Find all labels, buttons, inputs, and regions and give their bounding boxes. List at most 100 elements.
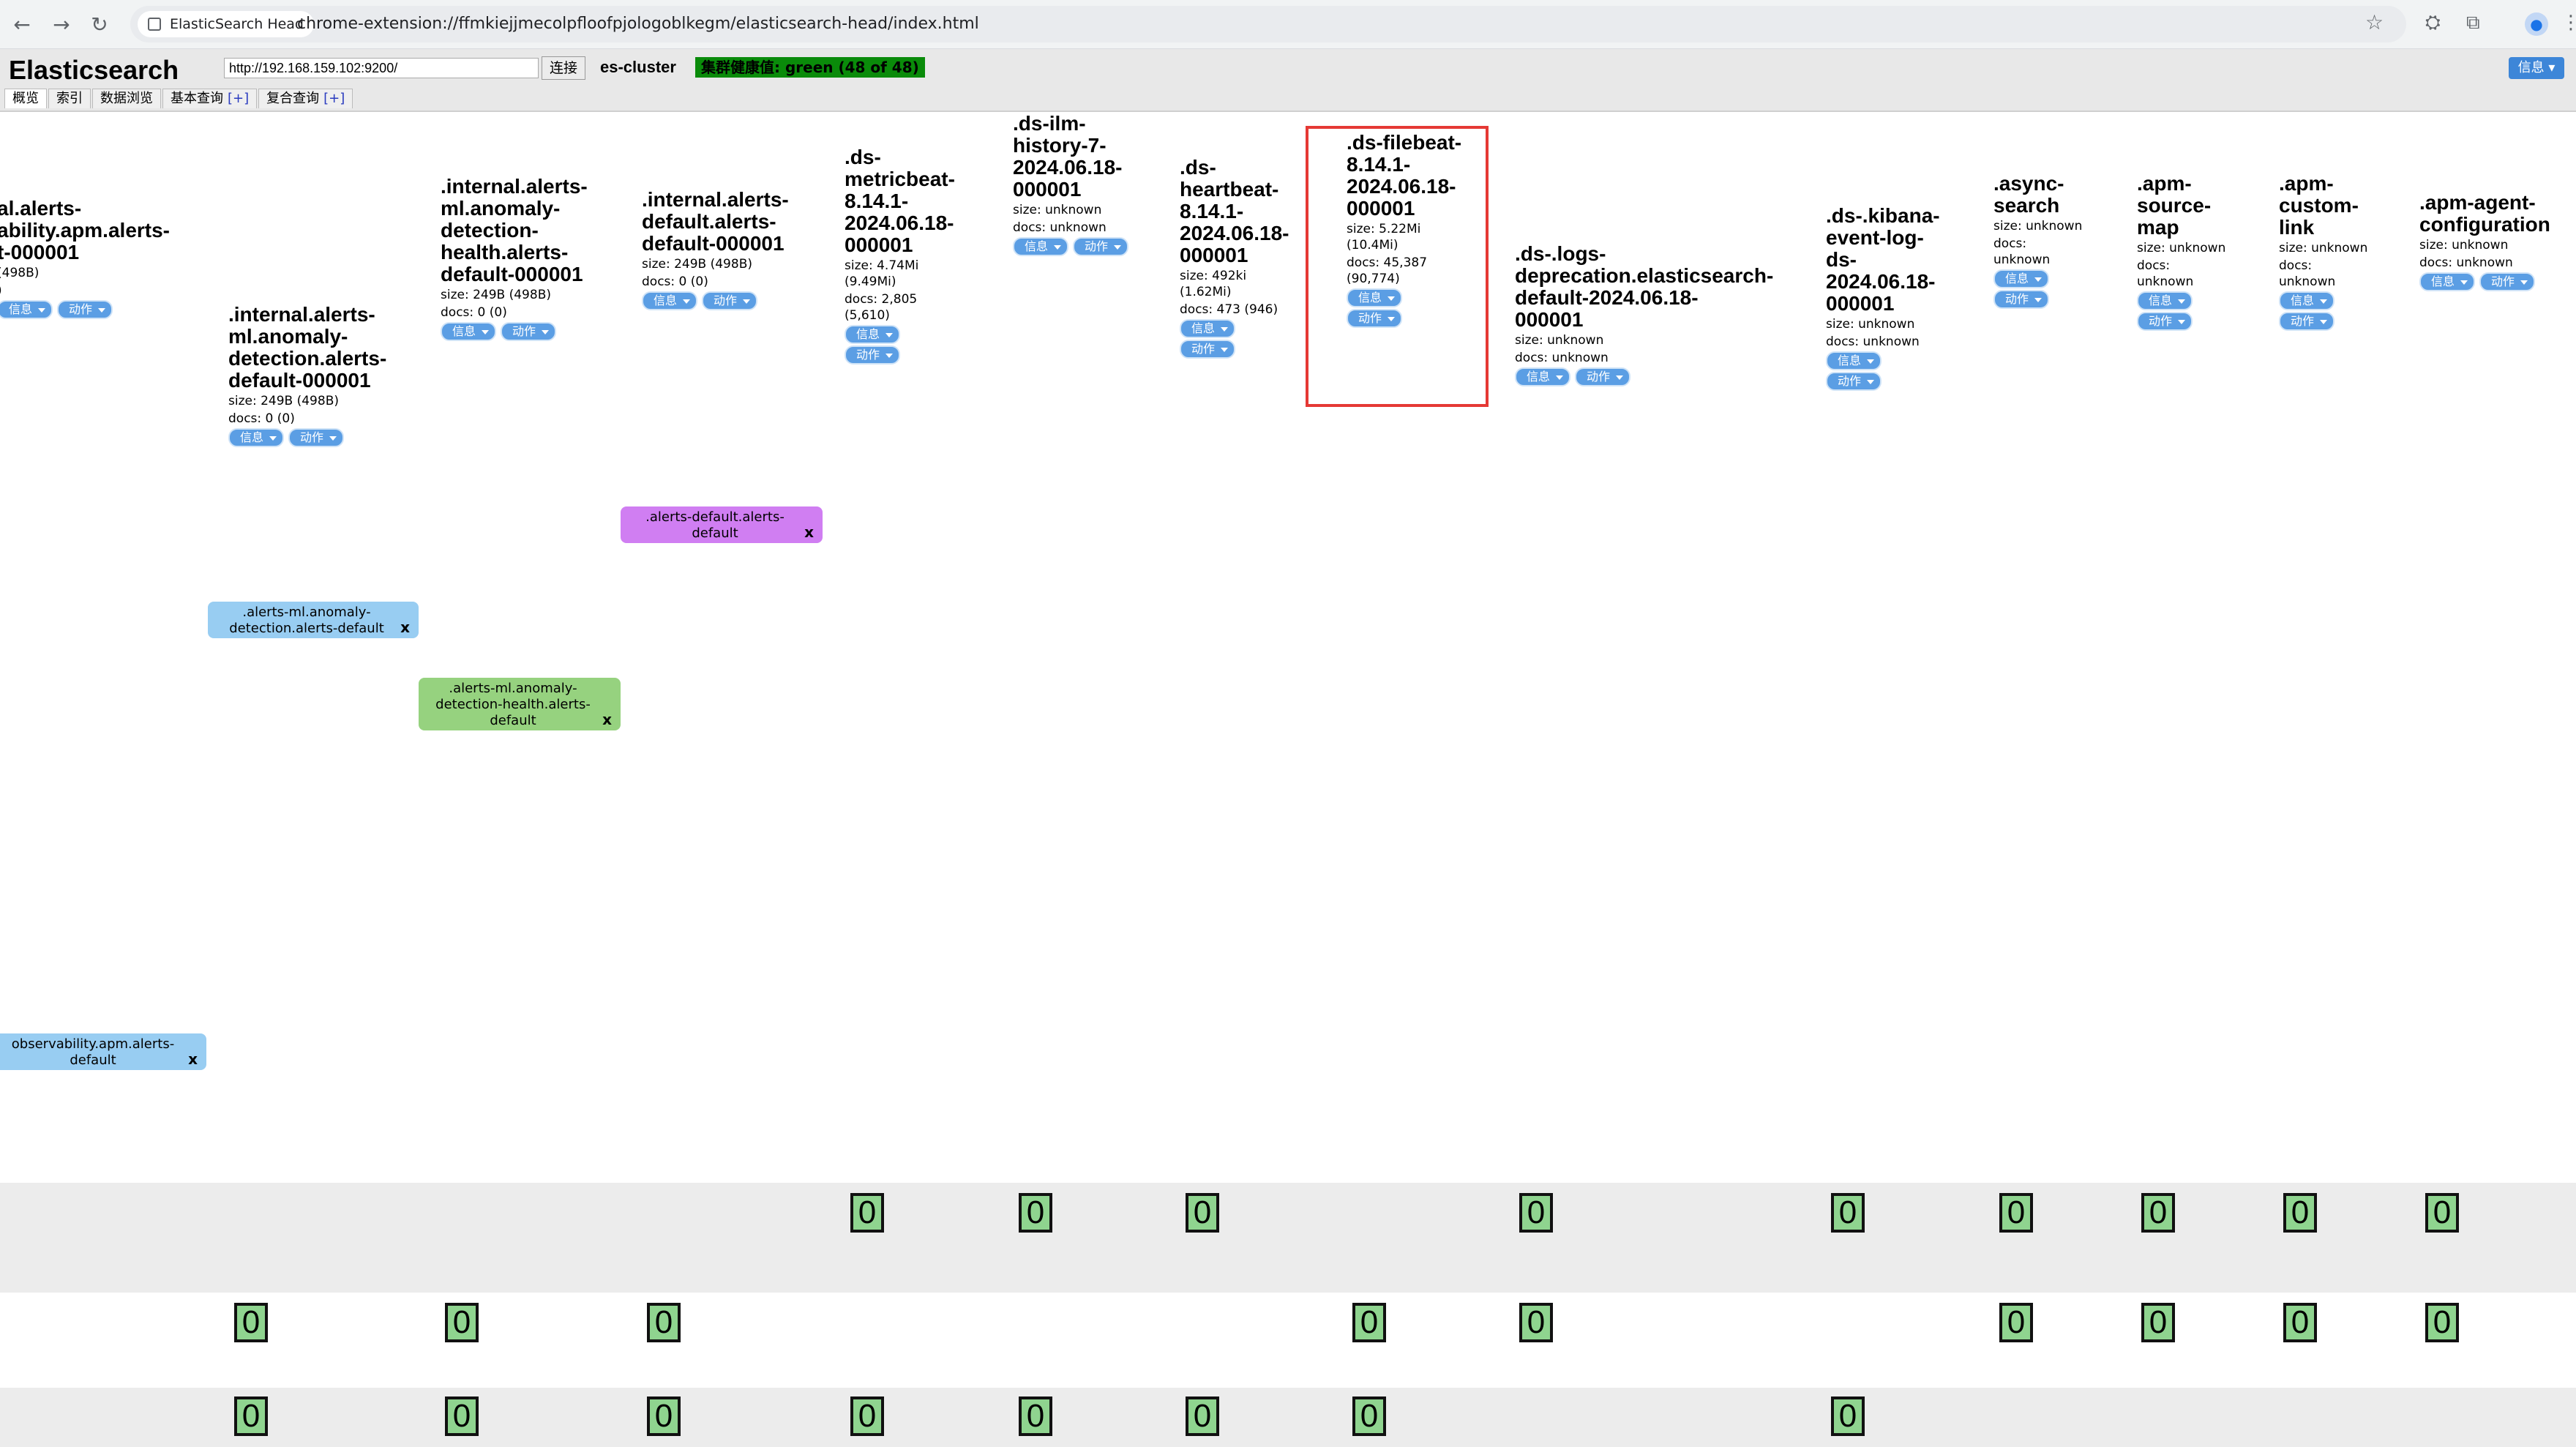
shard-cell[interactable]: 0	[850, 1396, 884, 1436]
index-info-button[interactable]: 信息	[0, 300, 53, 319]
index-action-button[interactable]: 动作	[1993, 290, 2050, 309]
shard-cell[interactable]: 0	[1519, 1303, 1553, 1342]
index-action-button[interactable]: 动作	[1180, 340, 1236, 359]
index-buttons: 信息 动作	[1826, 350, 1965, 391]
index-info-button[interactable]: 信息	[1180, 319, 1236, 338]
index-size: size: 4.74Mi (9.49Mi)	[845, 258, 919, 289]
index-buttons: 信息 动作	[642, 290, 825, 310]
shard-cell[interactable]: 0	[2283, 1303, 2317, 1342]
browser-toolbar: ← → ↻ ElasticSearch Head chrome-extensio…	[0, 0, 2576, 49]
index-docs: docs: 0 (0)	[228, 411, 295, 426]
index-action-button[interactable]: 动作	[1073, 237, 1129, 256]
index-name: .ds-ilm-history-7- 2024.06.18- 000001	[1013, 112, 1123, 201]
shard-cell[interactable]: 0	[1999, 1193, 2033, 1233]
index-action-button[interactable]: 动作	[288, 428, 345, 447]
index-docs: docs: unknown	[1826, 334, 1920, 349]
shard-cell[interactable]: 0	[1519, 1193, 1553, 1233]
index-action-button[interactable]: 动作	[2137, 312, 2193, 331]
alias-close-icon[interactable]: x	[188, 1051, 198, 1067]
alias-label: observability.apm.alerts-default	[11, 1036, 175, 1068]
index-buttons: 信息 动作	[0, 299, 209, 319]
puzzle-icon[interactable]: ⧉	[2466, 12, 2480, 34]
shard-cell[interactable]: 0	[1352, 1396, 1386, 1436]
index-info-button[interactable]: 信息	[2279, 291, 2335, 310]
index-docs: )	[0, 283, 209, 299]
shard-cell[interactable]: 0	[1019, 1193, 1052, 1233]
index-info-button[interactable]: 信息	[845, 325, 901, 344]
index-info-button[interactable]: 信息	[228, 428, 285, 447]
shard-cell[interactable]: 0	[445, 1396, 479, 1436]
shard-cell[interactable]: 0	[1831, 1193, 1865, 1233]
cluster-url-input[interactable]	[224, 58, 539, 78]
menu-dots-icon[interactable]: ⋮	[2561, 12, 2576, 34]
index-action-button[interactable]: 动作	[2279, 312, 2335, 331]
index-action-button[interactable]: 动作	[1826, 372, 1882, 391]
shard-cell[interactable]: 0	[1186, 1193, 1219, 1233]
tab-add-icon[interactable]: [+]	[228, 91, 249, 106]
tab-add-icon[interactable]: [+]	[323, 91, 345, 106]
index-name: .internal.alerts-ml.anomaly-detection-he…	[441, 175, 588, 285]
shard-cell[interactable]: 0	[2283, 1193, 2317, 1233]
url-text[interactable]: chrome-extension://ffmkiejjmecolpfloofpj…	[297, 6, 979, 42]
tab-overview[interactable]: 概览	[4, 89, 47, 108]
index-info-button[interactable]: 信息	[2137, 291, 2193, 310]
alias-box: observability.apm.alerts-default x	[0, 1033, 206, 1070]
index-info-button[interactable]: 信息	[1013, 237, 1069, 256]
shard-cell[interactable]: 0	[850, 1193, 884, 1233]
tab-label: 基本查询	[171, 91, 223, 106]
shard-cell[interactable]: 0	[234, 1396, 268, 1436]
index-info-button[interactable]: 信息	[642, 291, 698, 310]
shard-cell[interactable]: 0	[1352, 1303, 1386, 1342]
shard-cell[interactable]: 0	[1999, 1303, 2033, 1342]
index-name: .ds-.kibana-event-log-ds- 2024.06.18- 0000…	[1826, 204, 1940, 315]
index-action-button[interactable]: 动作	[702, 291, 758, 310]
index-info-button[interactable]: 信息	[1993, 269, 2050, 288]
tab-basic-query[interactable]: 基本查询 [+]	[162, 89, 258, 108]
shard-cell[interactable]: 0	[234, 1303, 268, 1342]
shard-cell[interactable]: 0	[2425, 1193, 2459, 1233]
alias-close-icon[interactable]: x	[602, 711, 612, 728]
shard-cell[interactable]: 0	[647, 1396, 681, 1436]
site-info-chip[interactable]: ElasticSearch Head	[138, 11, 314, 37]
index-action-button[interactable]: 动作	[845, 345, 901, 364]
tab-browser[interactable]: 数据浏览	[92, 89, 161, 108]
shard-cell[interactable]: 0	[647, 1303, 681, 1342]
tab-title: ElasticSearch Head	[170, 16, 304, 32]
index-action-button[interactable]: 动作	[1575, 367, 1631, 386]
index-info-button[interactable]: 信息	[441, 322, 497, 341]
profile-avatar-icon[interactable]: ●	[2525, 12, 2548, 36]
tab-indices[interactable]: 索引	[48, 89, 91, 108]
index-column: .ds-ilm-history-7- 2024.06.18- 000001 size:…	[1013, 113, 1159, 256]
shard-cell[interactable]: 0	[1186, 1396, 1219, 1436]
shard-cell[interactable]: 0	[1019, 1396, 1052, 1436]
forward-icon[interactable]: →	[47, 10, 76, 40]
back-icon[interactable]: ←	[7, 10, 37, 40]
index-info-button[interactable]: 信息	[2419, 272, 2476, 291]
app-header: Elasticsearch 连接 es-cluster 集群健康值: green…	[0, 49, 2576, 112]
extension-icon[interactable]: ⛭	[2425, 12, 2441, 34]
highlight-annotation	[1306, 126, 1489, 407]
index-info-button[interactable]: 信息	[1826, 351, 1882, 370]
address-bar[interactable]: ElasticSearch Head chrome-extension://ff…	[130, 6, 2406, 42]
bookmark-star-icon[interactable]: ☆	[2365, 10, 2384, 34]
alias-close-icon[interactable]: x	[804, 524, 814, 540]
shard-cell[interactable]: 0	[445, 1303, 479, 1342]
index-name: al.alerts-ability.apm.alerts-t-000001	[0, 197, 171, 263]
index-action-button[interactable]: 动作	[57, 300, 113, 319]
index-name: .ds-.logs-deprecation.elasticsearch-defa…	[1515, 242, 1774, 331]
index-action-button[interactable]: 动作	[501, 322, 557, 341]
shard-cell[interactable]: 0	[2425, 1303, 2459, 1342]
shard-cell[interactable]: 0	[1831, 1396, 1865, 1436]
connect-button[interactable]: 连接	[542, 56, 585, 80]
reload-icon[interactable]: ↻	[85, 10, 114, 40]
index-size: size: 249B (498B)	[642, 257, 752, 272]
tab-label: 概览	[12, 91, 39, 106]
shard-cell[interactable]: 0	[2141, 1303, 2175, 1342]
index-buttons: 信息 动作	[441, 321, 631, 341]
info-menu-button[interactable]: 信息 ▾	[2509, 57, 2564, 79]
tab-compound-query[interactable]: 复合查询 [+]	[258, 89, 353, 108]
shard-cell[interactable]: 0	[2141, 1193, 2175, 1233]
index-action-button[interactable]: 动作	[2479, 272, 2536, 291]
alias-close-icon[interactable]: x	[400, 619, 410, 635]
index-info-button[interactable]: 信息	[1515, 367, 1571, 386]
